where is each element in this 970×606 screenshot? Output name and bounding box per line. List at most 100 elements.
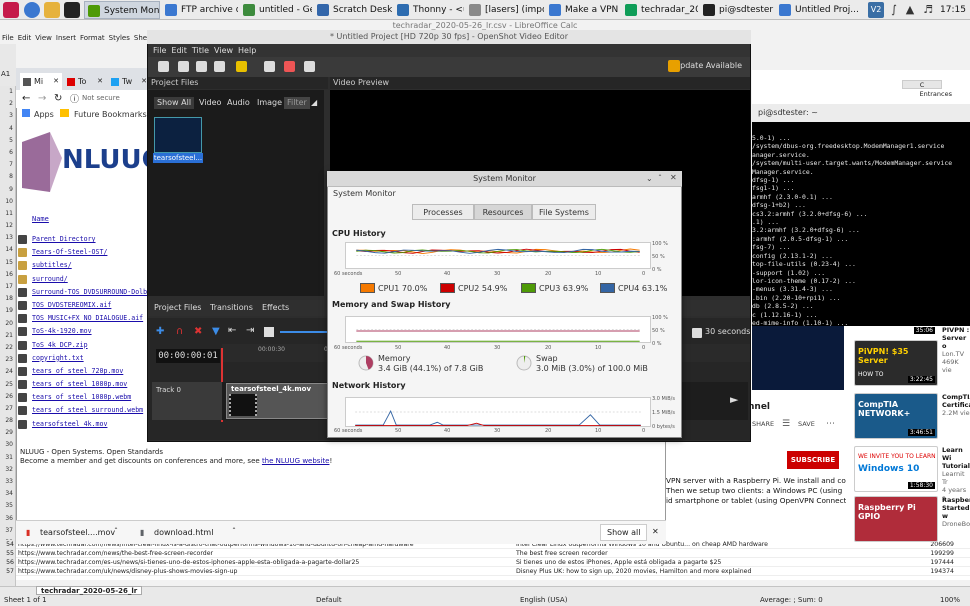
video-thumbnail[interactable]: PiVPN! $35 Server HOW TO 3:22:45 35:06 [854, 327, 938, 386]
save-as-icon[interactable] [214, 61, 225, 72]
name-column-header[interactable]: Name [32, 215, 49, 223]
taskbar-task[interactable]: Scratch Deskt... [314, 1, 392, 19]
row-number[interactable]: 20 [0, 318, 15, 330]
sheet-tab[interactable]: techradar_2020-05-26_lr [36, 586, 143, 595]
terminal-output[interactable]: 5.0-1) .../system/dbus-org.freedesktop.M… [752, 122, 970, 326]
row-number[interactable]: 10 [0, 196, 15, 208]
close-icon[interactable]: ✕ [670, 173, 677, 182]
openshot-menu-item[interactable]: View [214, 46, 233, 55]
nluug-website-link[interactable]: the NLUUG website [262, 457, 330, 465]
chevron-up-icon[interactable]: ˆ [232, 527, 236, 536]
share-button[interactable]: SHARE [752, 420, 774, 428]
row-number[interactable]: 7 [0, 159, 15, 171]
video-thumbnail[interactable]: Windows 10 WE INVITE YOU TO LEARN 1:58:30 [854, 446, 938, 492]
save-button[interactable]: SAVE [798, 420, 815, 428]
row-number[interactable]: 35 [0, 500, 15, 512]
row-number[interactable]: 4 [0, 123, 15, 135]
taskbar-task[interactable]: FTP archive di... [162, 1, 238, 19]
vnc-icon[interactable]: V2 [868, 2, 884, 18]
zoom-level[interactable]: 100% [940, 596, 960, 604]
openshot-menu-item[interactable]: Edit [171, 46, 187, 55]
terminal-icon[interactable] [64, 2, 80, 18]
sheet-row[interactable]: 55 https://www.techradar.com/news/the-bes… [2, 549, 970, 558]
file-link[interactable]: Tears-Of-Steel-OST/ [32, 248, 107, 256]
center-icon[interactable] [264, 327, 274, 337]
row-number[interactable]: 16 [0, 269, 15, 281]
row-number[interactable]: 29 [0, 427, 15, 439]
jump-start-icon[interactable]: ⇤ [228, 325, 236, 336]
filter-tab[interactable]: Show All [154, 97, 195, 109]
row-number[interactable]: 30 [0, 439, 15, 451]
sheet-row[interactable]: 57 https://www.techradar.com/uk/news/disn… [2, 567, 970, 576]
cell-reference[interactable]: A1 [1, 70, 10, 78]
file-link[interactable]: ToS-4k-1920.mov [32, 327, 92, 335]
magnet-icon[interactable]: ∩ [176, 326, 183, 337]
download-item-2[interactable]: download.html [154, 528, 213, 537]
file-link[interactable]: Parent Directory [32, 235, 96, 243]
file-link[interactable]: tearsofsteel_4k.mov [32, 420, 107, 428]
video-info[interactable]: Raspberr Started wDroneBot [942, 496, 970, 528]
bluetooth-icon[interactable]: ∫ [886, 2, 902, 18]
taskbar-task[interactable]: [lasers] (impor... [466, 1, 544, 19]
file-link[interactable]: ToS_4k_DCP.zip [32, 341, 88, 349]
file-link[interactable]: tears_of_steel_720p.mov [32, 367, 123, 375]
row-number[interactable]: 17 [0, 281, 15, 293]
calc-menu-item[interactable]: Edit [18, 34, 32, 42]
row-number[interactable]: 23 [0, 354, 15, 366]
zoom-slider[interactable] [280, 331, 328, 333]
sheet-row[interactable]: 56 https://www.techradar.com/es-us/news/s… [2, 558, 970, 567]
row-number[interactable]: 9 [0, 184, 15, 196]
row-number[interactable]: 5 [0, 135, 15, 147]
cpu-legend-item[interactable]: CPU4 63.1% [600, 283, 667, 293]
sysmon-tab[interactable]: File Systems [532, 204, 596, 220]
row-number[interactable]: 37 [0, 525, 15, 537]
row-number[interactable]: 32 [0, 464, 15, 476]
taskbar-task[interactable]: Thonny - <un... [394, 1, 464, 19]
row-number[interactable]: 14 [0, 244, 15, 256]
open-project-icon[interactable] [178, 61, 189, 72]
filter-tab[interactable]: Image [254, 97, 285, 109]
raspberry-menu-icon[interactable] [3, 2, 19, 18]
row-number[interactable]: 19 [0, 305, 15, 317]
row-number[interactable]: 11 [0, 208, 15, 220]
row-number[interactable]: 12 [0, 220, 15, 232]
bookmark-apps[interactable]: Apps [34, 110, 54, 119]
video-info[interactable]: CompTIA Certifica2.2M vie [942, 393, 970, 417]
video-info[interactable]: Learn Wi Tutorial Learnit Tr 4 years s [942, 446, 970, 502]
clip-thumbnail[interactable] [154, 117, 202, 153]
save-icon[interactable]: ☰ [782, 419, 790, 429]
chrome-tab[interactable]: To ✕ [64, 73, 106, 90]
taskbar-task[interactable]: System Monitor [84, 1, 160, 19]
reload-icon[interactable]: ↻ [54, 93, 62, 104]
taskbar-task[interactable]: untitled - Geany [240, 1, 312, 19]
taskbar-task[interactable]: Untitled Proj... [776, 1, 862, 19]
row-number[interactable]: 28 [0, 415, 15, 427]
download-item-1[interactable]: tearsofsteel....mov [40, 528, 115, 537]
browser-icon[interactable] [24, 2, 40, 18]
filter-tab[interactable]: Video [196, 97, 224, 109]
row-number[interactable]: 26 [0, 391, 15, 403]
row-number[interactable]: 27 [0, 403, 15, 415]
info-icon[interactable]: ⓘ [70, 92, 79, 105]
openshot-menu-item[interactable]: Help [238, 46, 256, 55]
file-link[interactable]: TOS_DVDSTEREOMIX.aif [32, 301, 111, 309]
cpu-legend-item[interactable]: CPU2 54.9% [440, 283, 507, 293]
forward-icon[interactable]: → [38, 93, 46, 104]
calc-menu-item[interactable]: File [2, 34, 14, 42]
apps-icon[interactable] [22, 109, 30, 117]
bookmark-future[interactable]: Future Bookmarks [74, 110, 147, 119]
taskbar-task[interactable]: pi@sdtester: ~ [700, 1, 774, 19]
row-number[interactable]: 21 [0, 330, 15, 342]
row-number[interactable]: 33 [0, 476, 15, 488]
clear-filter-icon[interactable]: ◢ [308, 97, 320, 109]
file-link[interactable]: subtitles/ [32, 261, 72, 269]
lower-tab[interactable]: Project Files [154, 300, 201, 316]
marker-icon[interactable]: ▼ [212, 326, 220, 337]
row-number[interactable]: 8 [0, 171, 15, 183]
minimize-icon[interactable]: ⌄ [646, 174, 653, 183]
file-link[interactable]: TOS_MUSIC+FX_NO_DIALOGUE.aif [32, 314, 143, 322]
record-icon[interactable] [284, 61, 295, 72]
video-player[interactable] [752, 326, 844, 390]
file-link[interactable]: surround/ [32, 275, 68, 283]
language[interactable]: English (USA) [520, 596, 567, 604]
